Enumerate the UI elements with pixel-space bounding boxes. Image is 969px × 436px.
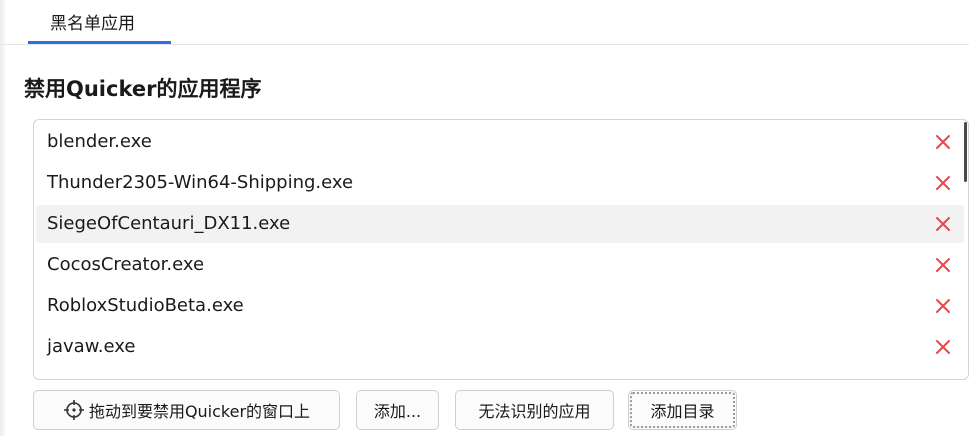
app-name: javaw.exe bbox=[47, 336, 136, 357]
app-name: Thunder2305-Win64-Shipping.exe bbox=[47, 172, 354, 193]
close-icon[interactable] bbox=[934, 215, 952, 233]
tab-label: 黑名单应用 bbox=[50, 14, 135, 34]
close-icon[interactable] bbox=[934, 297, 952, 315]
unrecognized-apps-label: 无法识别的应用 bbox=[478, 402, 591, 421]
list-item[interactable]: blender.exe bbox=[36, 123, 964, 161]
app-name: SiegeOfCentauri_DX11.exe bbox=[47, 213, 291, 234]
drag-to-window-button[interactable]: 拖动到要禁用Quicker的窗口上 bbox=[33, 390, 340, 430]
list-item[interactable]: RobloxStudioBeta.exe bbox=[36, 287, 964, 325]
app-list[interactable]: blender.exe Thunder2305-Win64-Shipping.e… bbox=[33, 119, 969, 380]
add-label: 添加... bbox=[373, 402, 422, 421]
tab-blacklist-apps[interactable]: 黑名单应用 bbox=[28, 0, 171, 44]
scrollbar-thumb[interactable] bbox=[964, 122, 967, 182]
add-directory-button[interactable]: 添加目录 bbox=[628, 390, 737, 430]
window-edge bbox=[0, 0, 5, 436]
add-button[interactable]: 添加... bbox=[356, 390, 439, 430]
close-icon[interactable] bbox=[934, 256, 952, 274]
drag-to-window-label: 拖动到要禁用Quicker的窗口上 bbox=[88, 402, 311, 421]
list-item[interactable]: CocosCreator.exe bbox=[36, 246, 964, 284]
list-item[interactable]: javaw.exe bbox=[36, 328, 964, 366]
crosshair-icon bbox=[63, 399, 85, 421]
unrecognized-apps-button[interactable]: 无法识别的应用 bbox=[455, 390, 614, 430]
close-icon[interactable] bbox=[934, 174, 952, 192]
app-name: CocosCreator.exe bbox=[47, 254, 205, 275]
close-icon[interactable] bbox=[934, 133, 952, 151]
list-item[interactable]: Thunder2305-Win64-Shipping.exe bbox=[36, 164, 964, 202]
list-item[interactable]: SiegeOfCentauri_DX11.exe bbox=[36, 205, 964, 243]
add-directory-label: 添加目录 bbox=[650, 402, 715, 421]
app-name: blender.exe bbox=[47, 131, 152, 152]
tab-bar: 黑名单应用 bbox=[0, 0, 969, 45]
close-icon[interactable] bbox=[934, 338, 952, 356]
page-title: 禁用Quicker的应用程序 bbox=[24, 77, 262, 101]
app-name: RobloxStudioBeta.exe bbox=[47, 295, 244, 316]
